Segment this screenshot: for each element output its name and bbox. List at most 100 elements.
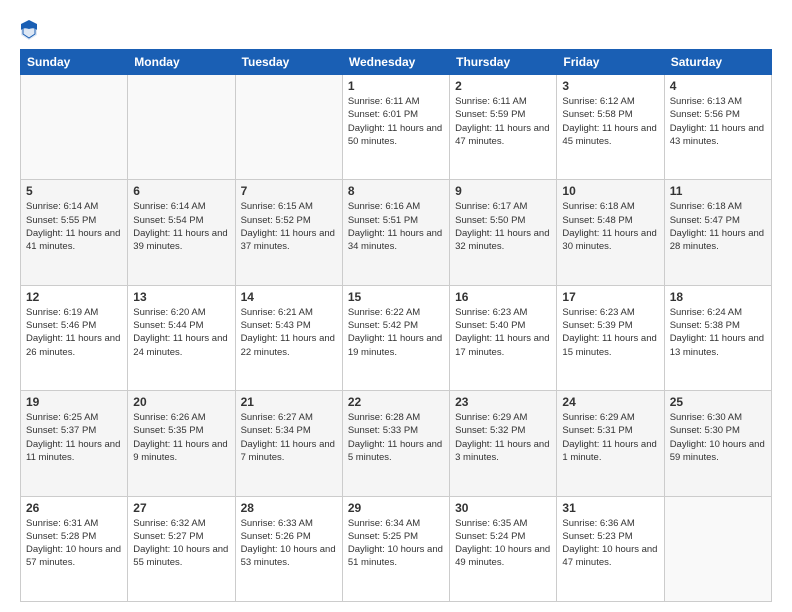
calendar-week-row: 5 Sunrise: 6:14 AM Sunset: 5:55 PM Daylig…	[21, 180, 772, 285]
day-info: Sunrise: 6:29 AM Sunset: 5:31 PM Dayligh…	[562, 411, 658, 464]
page: SundayMondayTuesdayWednesdayThursdayFrid…	[0, 0, 792, 612]
day-number: 4	[670, 79, 766, 93]
calendar-weekday-monday: Monday	[128, 50, 235, 75]
calendar-cell: 10 Sunrise: 6:18 AM Sunset: 5:48 PM Dayli…	[557, 180, 664, 285]
day-number: 10	[562, 184, 658, 198]
calendar-cell: 21 Sunrise: 6:27 AM Sunset: 5:34 PM Dayli…	[235, 391, 342, 496]
day-info: Sunrise: 6:23 AM Sunset: 5:40 PM Dayligh…	[455, 306, 551, 359]
day-info: Sunrise: 6:14 AM Sunset: 5:55 PM Dayligh…	[26, 200, 122, 253]
day-number: 29	[348, 501, 444, 515]
day-info: Sunrise: 6:13 AM Sunset: 5:56 PM Dayligh…	[670, 95, 766, 148]
calendar-cell	[235, 75, 342, 180]
day-number: 11	[670, 184, 766, 198]
day-info: Sunrise: 6:21 AM Sunset: 5:43 PM Dayligh…	[241, 306, 337, 359]
calendar-week-row: 19 Sunrise: 6:25 AM Sunset: 5:37 PM Dayli…	[21, 391, 772, 496]
calendar-cell: 29 Sunrise: 6:34 AM Sunset: 5:25 PM Dayli…	[342, 496, 449, 601]
day-number: 24	[562, 395, 658, 409]
day-info: Sunrise: 6:17 AM Sunset: 5:50 PM Dayligh…	[455, 200, 551, 253]
day-info: Sunrise: 6:18 AM Sunset: 5:47 PM Dayligh…	[670, 200, 766, 253]
day-info: Sunrise: 6:14 AM Sunset: 5:54 PM Dayligh…	[133, 200, 229, 253]
calendar-cell: 27Sunrise: 6:32 AM Sunset: 5:27 PM Dayli…	[128, 496, 235, 601]
calendar-cell: 17 Sunrise: 6:23 AM Sunset: 5:39 PM Dayli…	[557, 285, 664, 390]
calendar-table: SundayMondayTuesdayWednesdayThursdayFrid…	[20, 49, 772, 602]
day-info: Sunrise: 6:33 AM Sunset: 5:26 PM Dayligh…	[241, 517, 337, 570]
calendar-week-row: 12Sunrise: 6:19 AM Sunset: 5:46 PM Dayli…	[21, 285, 772, 390]
calendar-cell	[128, 75, 235, 180]
day-number: 16	[455, 290, 551, 304]
calendar-weekday-wednesday: Wednesday	[342, 50, 449, 75]
calendar-cell: 11 Sunrise: 6:18 AM Sunset: 5:47 PM Dayli…	[664, 180, 771, 285]
calendar-weekday-sunday: Sunday	[21, 50, 128, 75]
calendar-cell: 5 Sunrise: 6:14 AM Sunset: 5:55 PM Daylig…	[21, 180, 128, 285]
day-info: Sunrise: 6:12 AM Sunset: 5:58 PM Dayligh…	[562, 95, 658, 148]
calendar-cell: 16 Sunrise: 6:23 AM Sunset: 5:40 PM Dayli…	[450, 285, 557, 390]
calendar-cell: 4 Sunrise: 6:13 AM Sunset: 5:56 PM Daylig…	[664, 75, 771, 180]
day-info: Sunrise: 6:16 AM Sunset: 5:51 PM Dayligh…	[348, 200, 444, 253]
calendar-week-row: 1 Sunrise: 6:11 AM Sunset: 6:01 PM Daylig…	[21, 75, 772, 180]
calendar-cell: 9 Sunrise: 6:17 AM Sunset: 5:50 PM Daylig…	[450, 180, 557, 285]
day-info: Sunrise: 6:32 AM Sunset: 5:27 PM Dayligh…	[133, 517, 229, 570]
logo	[20, 19, 42, 41]
day-info: Sunrise: 6:26 AM Sunset: 5:35 PM Dayligh…	[133, 411, 229, 464]
calendar-cell: 31 Sunrise: 6:36 AM Sunset: 5:23 PM Dayli…	[557, 496, 664, 601]
day-number: 21	[241, 395, 337, 409]
calendar-cell: 28 Sunrise: 6:33 AM Sunset: 5:26 PM Dayli…	[235, 496, 342, 601]
calendar-week-row: 26 Sunrise: 6:31 AM Sunset: 5:28 PM Dayli…	[21, 496, 772, 601]
day-info: Sunrise: 6:15 AM Sunset: 5:52 PM Dayligh…	[241, 200, 337, 253]
calendar-cell: 30 Sunrise: 6:35 AM Sunset: 5:24 PM Dayli…	[450, 496, 557, 601]
day-info: Sunrise: 6:34 AM Sunset: 5:25 PM Dayligh…	[348, 517, 444, 570]
day-info: Sunrise: 6:36 AM Sunset: 5:23 PM Dayligh…	[562, 517, 658, 570]
day-number: 13	[133, 290, 229, 304]
day-number: 8	[348, 184, 444, 198]
calendar-cell	[21, 75, 128, 180]
day-number: 31	[562, 501, 658, 515]
calendar-cell: 3 Sunrise: 6:12 AM Sunset: 5:58 PM Daylig…	[557, 75, 664, 180]
day-number: 30	[455, 501, 551, 515]
day-info: Sunrise: 6:11 AM Sunset: 6:01 PM Dayligh…	[348, 95, 444, 148]
calendar-weekday-saturday: Saturday	[664, 50, 771, 75]
day-number: 15	[348, 290, 444, 304]
calendar-cell: 18Sunrise: 6:24 AM Sunset: 5:38 PM Dayli…	[664, 285, 771, 390]
calendar-header-row: SundayMondayTuesdayWednesdayThursdayFrid…	[21, 50, 772, 75]
day-number: 1	[348, 79, 444, 93]
day-info: Sunrise: 6:35 AM Sunset: 5:24 PM Dayligh…	[455, 517, 551, 570]
day-number: 25	[670, 395, 766, 409]
header	[20, 15, 772, 41]
day-number: 26	[26, 501, 122, 515]
day-number: 7	[241, 184, 337, 198]
day-number: 17	[562, 290, 658, 304]
day-number: 19	[26, 395, 122, 409]
calendar-cell: 12Sunrise: 6:19 AM Sunset: 5:46 PM Dayli…	[21, 285, 128, 390]
calendar-cell: 14 Sunrise: 6:21 AM Sunset: 5:43 PM Dayli…	[235, 285, 342, 390]
day-info: Sunrise: 6:25 AM Sunset: 5:37 PM Dayligh…	[26, 411, 122, 464]
day-number: 9	[455, 184, 551, 198]
calendar-cell: 22Sunrise: 6:28 AM Sunset: 5:33 PM Dayli…	[342, 391, 449, 496]
day-info: Sunrise: 6:29 AM Sunset: 5:32 PM Dayligh…	[455, 411, 551, 464]
calendar-cell: 23 Sunrise: 6:29 AM Sunset: 5:32 PM Dayli…	[450, 391, 557, 496]
day-info: Sunrise: 6:31 AM Sunset: 5:28 PM Dayligh…	[26, 517, 122, 570]
calendar-weekday-friday: Friday	[557, 50, 664, 75]
calendar-cell: 2Sunrise: 6:11 AM Sunset: 5:59 PM Daylig…	[450, 75, 557, 180]
day-info: Sunrise: 6:23 AM Sunset: 5:39 PM Dayligh…	[562, 306, 658, 359]
calendar-cell: 6 Sunrise: 6:14 AM Sunset: 5:54 PM Daylig…	[128, 180, 235, 285]
day-number: 14	[241, 290, 337, 304]
day-info: Sunrise: 6:27 AM Sunset: 5:34 PM Dayligh…	[241, 411, 337, 464]
day-info: Sunrise: 6:18 AM Sunset: 5:48 PM Dayligh…	[562, 200, 658, 253]
day-number: 6	[133, 184, 229, 198]
day-number: 5	[26, 184, 122, 198]
calendar-cell	[664, 496, 771, 601]
day-number: 12	[26, 290, 122, 304]
calendar-cell: 20Sunrise: 6:26 AM Sunset: 5:35 PM Dayli…	[128, 391, 235, 496]
day-number: 28	[241, 501, 337, 515]
day-number: 22	[348, 395, 444, 409]
calendar-cell: 25 Sunrise: 6:30 AM Sunset: 5:30 PM Dayli…	[664, 391, 771, 496]
day-info: Sunrise: 6:30 AM Sunset: 5:30 PM Dayligh…	[670, 411, 766, 464]
calendar-cell: 24 Sunrise: 6:29 AM Sunset: 5:31 PM Dayli…	[557, 391, 664, 496]
calendar-cell: 7 Sunrise: 6:15 AM Sunset: 5:52 PM Daylig…	[235, 180, 342, 285]
calendar-cell: 26 Sunrise: 6:31 AM Sunset: 5:28 PM Dayli…	[21, 496, 128, 601]
day-info: Sunrise: 6:20 AM Sunset: 5:44 PM Dayligh…	[133, 306, 229, 359]
day-info: Sunrise: 6:11 AM Sunset: 5:59 PM Dayligh…	[455, 95, 551, 148]
day-number: 3	[562, 79, 658, 93]
calendar-cell: 13 Sunrise: 6:20 AM Sunset: 5:44 PM Dayli…	[128, 285, 235, 390]
day-number: 23	[455, 395, 551, 409]
